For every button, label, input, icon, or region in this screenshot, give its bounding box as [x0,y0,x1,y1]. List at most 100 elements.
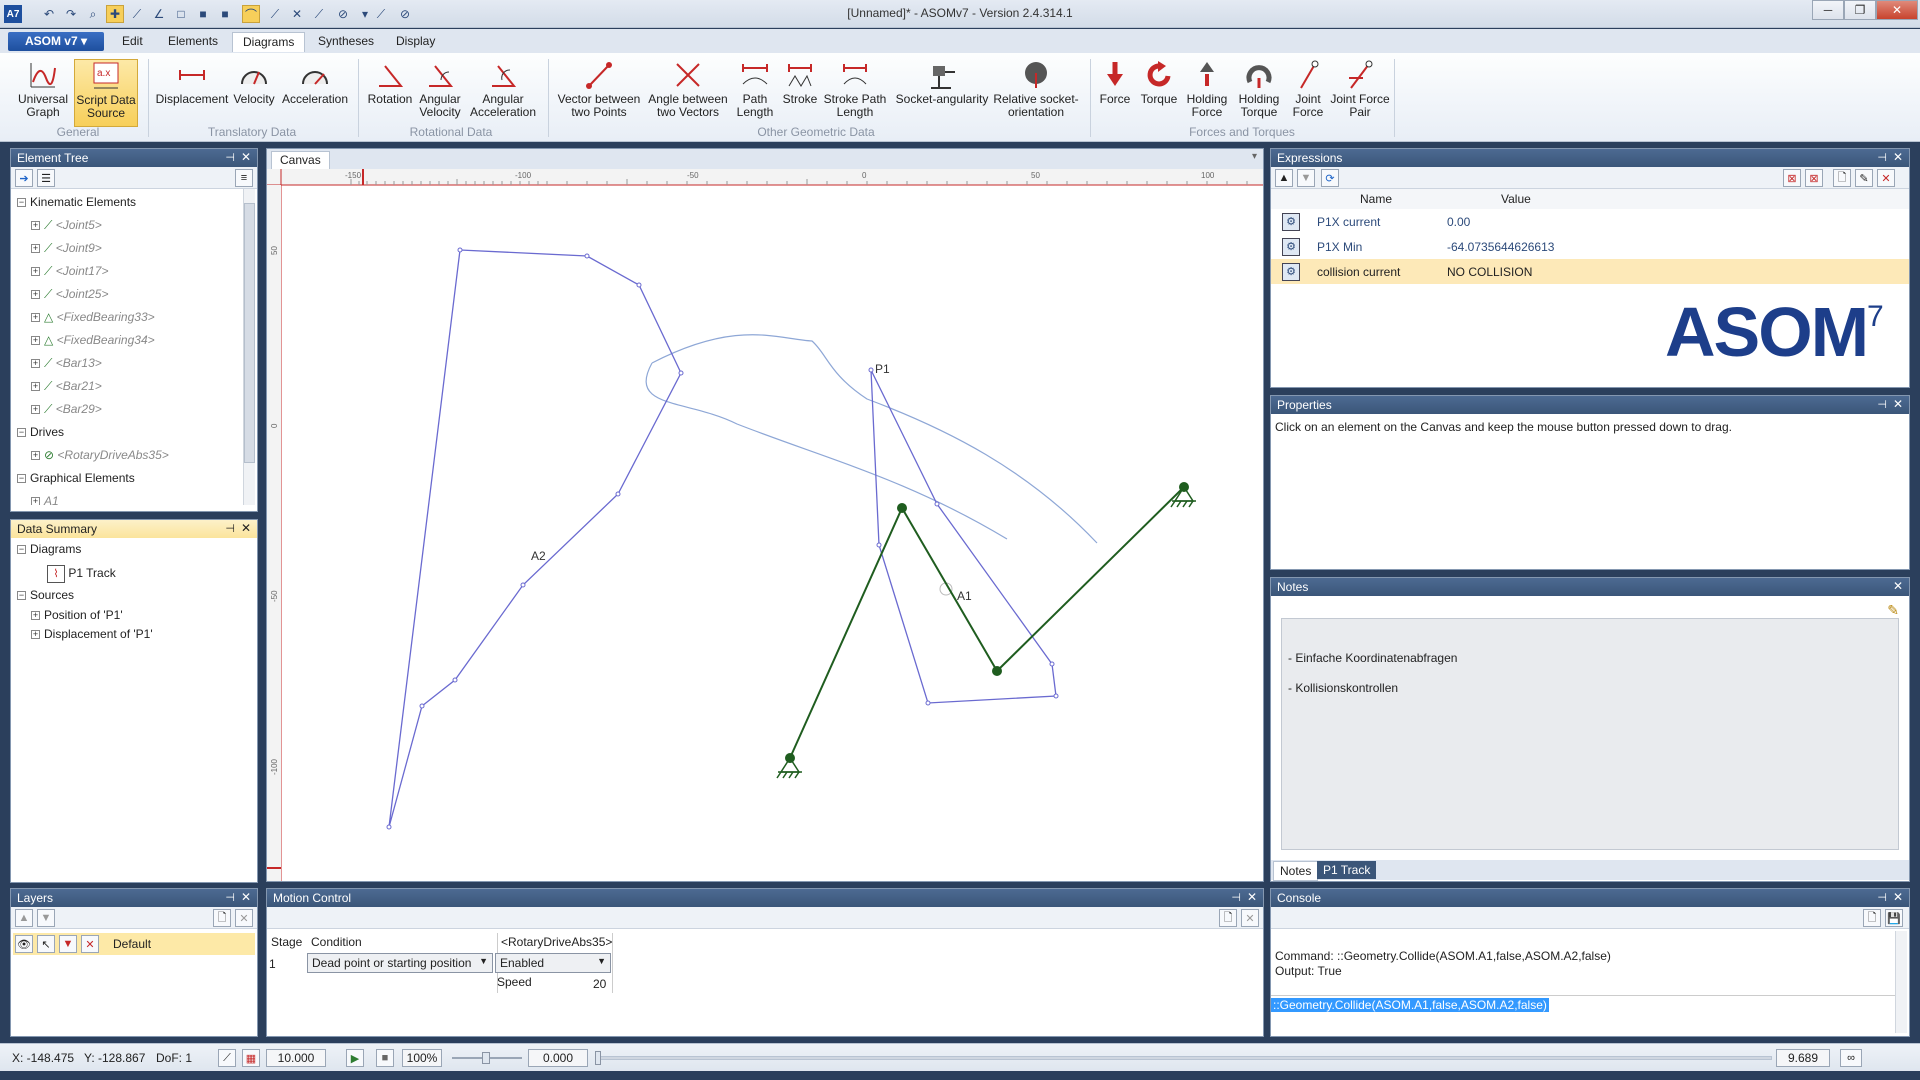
rotation-button[interactable]: Rotation [362,59,418,127]
scrollbar[interactable] [1895,931,1907,1033]
polygon-vertex[interactable] [868,367,874,373]
time-field[interactable]: 0.000 [528,1049,588,1067]
pin-icon[interactable]: ⊣ [225,891,235,904]
minimize-button[interactable]: ─ [1812,0,1844,20]
remove-all-icon[interactable]: ⊠ [1805,169,1823,187]
expand-icon[interactable]: + [31,336,40,346]
speed-slider[interactable] [452,1052,522,1064]
new-script-icon[interactable]: 🗋 [1863,909,1881,927]
angular-velocity-button[interactable]: Angular Velocity [414,59,466,127]
tree-section-graphical[interactable]: − Graphical Elements [17,467,251,490]
displacement-button[interactable]: Displacement [152,59,232,127]
scrollbar-thumb[interactable] [244,203,255,463]
close-icon[interactable]: ✕ [1893,397,1903,411]
remove-variable-icon[interactable]: ⊠ [1783,169,1801,187]
move-up-icon[interactable]: ▲ [1275,169,1293,187]
list-view-icon[interactable]: ☰ [37,169,55,187]
end-time-field[interactable]: 9.689 [1776,1049,1830,1067]
stop-icon[interactable]: ■ [376,1049,394,1067]
loop-icon[interactable]: ∞ [1840,1049,1862,1067]
visibility-icon[interactable]: 👁 [15,935,33,953]
polygon-vertex[interactable] [876,542,882,548]
move-up-icon[interactable]: ▲ [15,909,33,927]
tab-notes[interactable]: Notes [1273,861,1319,881]
table-row-selected[interactable]: ⚙ collision current NO COLLISION [1271,259,1909,284]
selectable-icon[interactable]: ↖ [37,935,55,953]
expand-icon[interactable]: + [31,382,40,392]
tab-menu-icon[interactable]: ▾ [1252,151,1257,162]
refresh-icon[interactable]: ⟳ [1321,169,1339,187]
stroke-button[interactable]: Stroke [780,59,820,127]
sources-section[interactable]: − Sources [17,586,251,606]
collapse-icon[interactable]: − [17,198,26,208]
edit-notes-icon[interactable]: ✎ [1887,602,1899,619]
close-icon[interactable]: ✕ [1893,150,1903,164]
tree-item[interactable]: + ⟋ <Joint25> [17,283,251,306]
grid-size-field[interactable]: 10.000 [266,1049,326,1067]
tree-section-kinematic[interactable]: − Kinematic Elements [17,191,251,214]
new-layer-icon[interactable]: 🗋 [213,909,231,927]
polygon-vertex[interactable] [934,501,940,507]
torque-button[interactable]: Torque [1136,59,1182,127]
polygon-vertex[interactable] [584,253,590,259]
diagram-item[interactable]: ⌇ P1 Track [17,560,251,586]
drive-enabled-select[interactable]: Enabled ▼ [495,953,611,973]
tree-item[interactable]: + ⟋ <Joint5> [17,214,251,237]
tree-item[interactable]: + ⊘ <RotaryDriveAbs35> [17,444,251,467]
menu-diagrams[interactable]: Diagrams [232,32,306,52]
vector-between-points-button[interactable]: Vector between two Points [552,59,646,127]
delete-icon[interactable]: ✕ [1877,169,1895,187]
new-stage-icon[interactable]: 🗋 [1219,909,1237,927]
close-icon[interactable]: ✕ [1893,579,1903,593]
expand-icon[interactable]: + [31,405,40,415]
close-icon[interactable]: ✕ [1893,890,1903,904]
maximize-button[interactable]: ❐ [1844,0,1876,20]
pin-icon[interactable]: ⊣ [1877,891,1887,904]
canvas-drawing[interactable]: -150 -100 -50 0 50 100 50 0 -50 -100 A2 … [267,169,1263,881]
expand-icon[interactable]: + [31,451,40,461]
move-down-icon[interactable]: ▼ [1297,169,1315,187]
menu-edit[interactable]: Edit [112,32,153,52]
scrollbar[interactable] [243,189,255,505]
pin-icon[interactable]: ⊣ [1877,151,1887,164]
joint[interactable] [897,503,907,513]
stroke-path-length-button[interactable]: Stroke Path Length [820,59,890,127]
edit-icon[interactable]: ✎ [1855,169,1873,187]
tree-item[interactable]: + △ <FixedBearing34> [17,329,251,352]
menu-syntheses[interactable]: Syntheses [308,32,384,52]
pin-icon[interactable]: ⊣ [225,522,235,535]
close-icon[interactable]: ✕ [241,890,251,904]
expand-icon[interactable]: + [31,497,40,505]
tab-canvas[interactable]: Canvas [271,151,330,169]
tree-item[interactable]: + △ <FixedBearing33> [17,306,251,329]
tab-p1-track[interactable]: P1 Track [1317,861,1377,879]
zoom-field[interactable]: 100% [402,1049,442,1067]
polygon-vertex[interactable] [615,491,621,497]
acceleration-button[interactable]: Acceleration [278,59,352,127]
polygon-vertex[interactable] [520,582,526,588]
relative-socket-orientation-button[interactable]: Relative socket-orientation [992,59,1080,127]
tree-item[interactable]: + ⟋ <Bar29> [17,398,251,421]
joint[interactable] [992,666,1002,676]
collapse-icon[interactable]: − [17,474,26,484]
expand-icon[interactable]: + [31,359,40,369]
joint-force-pair-button[interactable]: Joint Force Pair [1330,59,1390,127]
app-menu-button[interactable]: ASOM v7 ▾ [8,32,104,51]
delete-layer-icon[interactable]: ✕ [235,909,253,927]
menu-elements[interactable]: Elements [158,32,228,52]
tree-item[interactable]: + ⟋ <Joint17> [17,260,251,283]
source-item[interactable]: + Displacement of 'P1' [17,625,251,644]
script-data-source-button[interactable]: a.x Script Data Source [74,59,138,127]
timeline-thumb[interactable] [595,1051,601,1065]
holding-torque-button[interactable]: Holding Torque [1232,59,1286,127]
tree-item[interactable]: + A1 [17,490,251,505]
expand-icon[interactable]: + [31,244,40,254]
delete-stage-icon[interactable]: ✕ [1241,909,1259,927]
polygon-vertex[interactable] [1053,693,1059,699]
tree-item[interactable]: + ⟋ <Bar21> [17,375,251,398]
collapse-icon[interactable]: − [17,591,26,601]
polygon-vertex[interactable] [419,703,425,709]
expand-icon[interactable]: + [31,313,40,323]
options-icon[interactable]: ≡ [235,169,253,187]
expand-icon[interactable]: + [31,630,40,640]
